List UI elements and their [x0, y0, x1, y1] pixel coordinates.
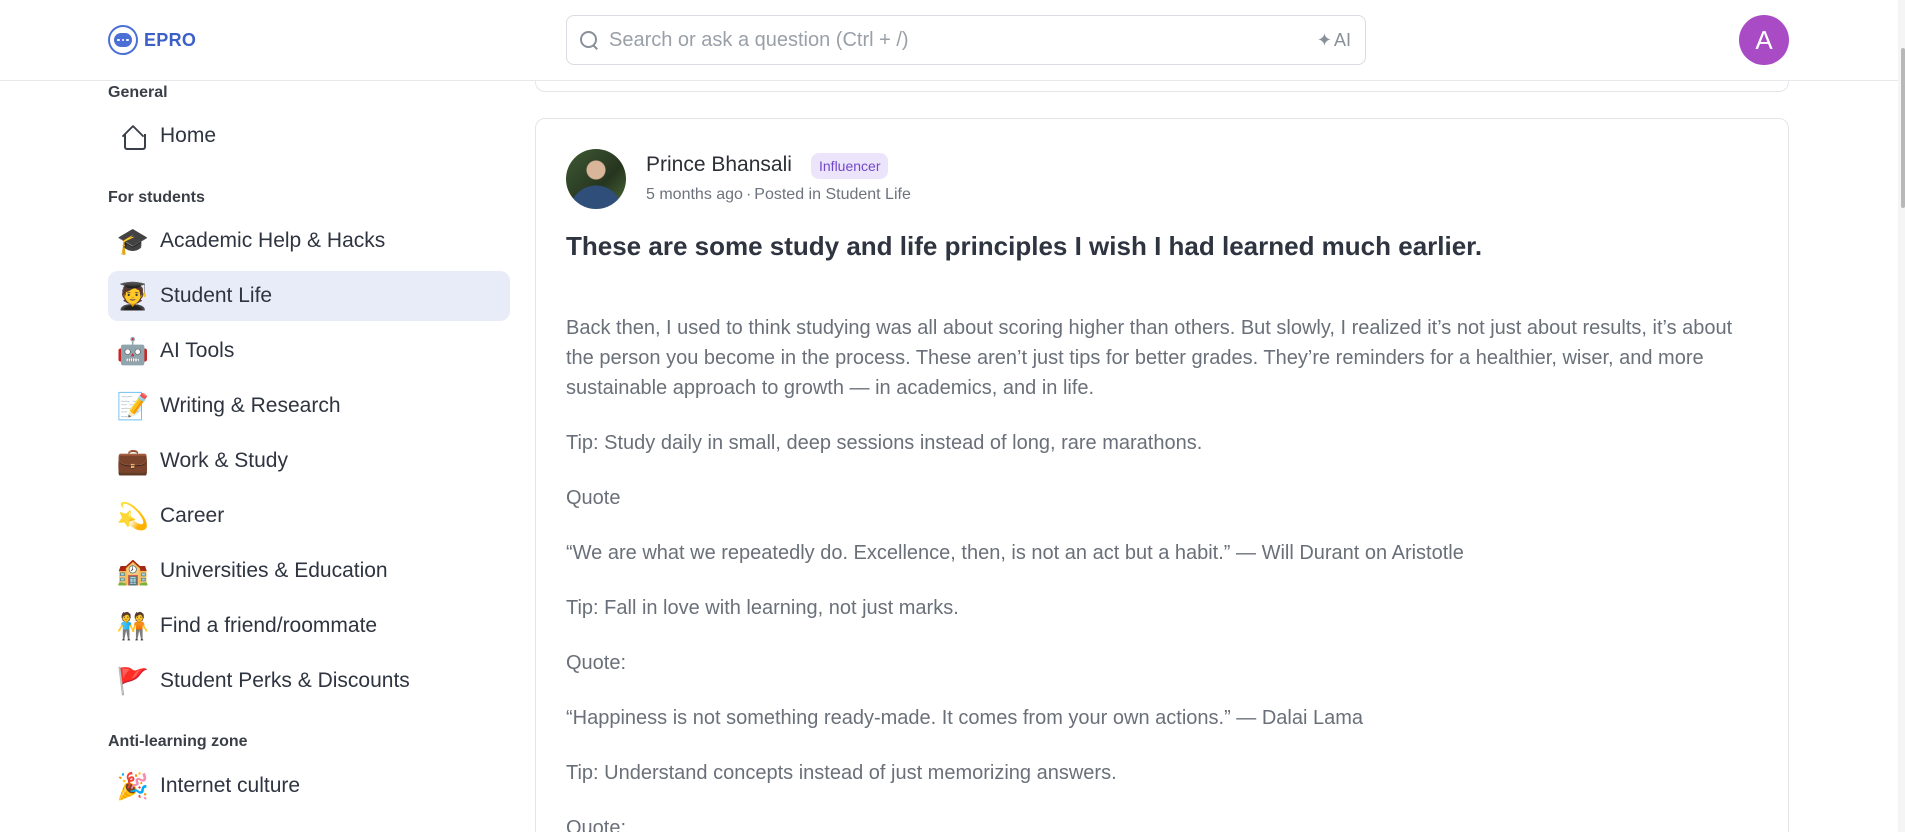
sidebar-item-label: Student Life — [160, 284, 273, 307]
section-title-for-students: For students — [108, 189, 205, 206]
dizzy-star-icon: 💫 — [116, 500, 150, 531]
sidebar-item-label: Home — [160, 124, 217, 147]
sidebar-item-label: Academic Help & Hacks — [160, 229, 386, 252]
sidebar-item-internet-culture[interactable]: 🎉 Internet culture — [108, 761, 510, 811]
avatar-initial: A — [1755, 24, 1773, 55]
sidebar-item-home[interactable]: Home — [108, 111, 510, 161]
post-paragraph: Quote: — [566, 817, 627, 832]
sidebar-item-label: Student Perks & Discounts — [160, 669, 410, 692]
post-meta: 5 months ago · Posted in Student Life — [646, 186, 911, 203]
post-title: These are some study and life principles… — [566, 231, 1483, 261]
school-icon: 🏫 — [116, 555, 150, 586]
post-paragraph: Quote: — [566, 652, 627, 674]
sidebar-item-label: Find a friend/roommate — [160, 614, 378, 637]
memo-icon: 📝 — [116, 390, 150, 421]
post-paragraph: “Happiness is not something ready-made. … — [566, 707, 1364, 729]
post-paragraph: Tip: Fall in love with learning, not jus… — [566, 597, 959, 619]
post-body: Back then, I used to think studying was … — [566, 313, 1756, 832]
sidebar-item-find-friend[interactable]: 🧑‍🤝‍🧑 Find a friend/roommate — [108, 601, 510, 651]
sidebar-item-student-perks[interactable]: 🚩 Student Perks & Discounts — [108, 656, 510, 706]
graduation-cap-icon: 🎓 — [116, 225, 150, 256]
sidebar-item-work-study[interactable]: 💼 Work & Study — [108, 436, 510, 486]
post-paragraph: Tip: Study daily in small, deep sessions… — [566, 432, 1203, 454]
ai-button[interactable]: ✦ AI — [1317, 30, 1351, 51]
post-card: Prince Bhansali Influencer 5 months ago ·… — [535, 118, 1789, 832]
posted-in-label: Posted in — [754, 186, 821, 203]
scrollbar-thumb[interactable] — [1901, 48, 1905, 208]
post-paragraph: Back then, I used to think studying was … — [566, 317, 1733, 399]
post-paragraph: “We are what we repeatedly do. Excellenc… — [566, 542, 1464, 564]
sidebar-item-label: Universities & Education — [160, 559, 388, 582]
sidebar: General Home For students 🎓 Academic Hel… — [108, 81, 510, 832]
robot-icon: 🤖 — [116, 335, 150, 366]
sidebar-item-academic-help[interactable]: 🎓 Academic Help & Hacks — [108, 216, 510, 266]
sidebar-item-label: Writing & Research — [160, 394, 341, 417]
author-avatar[interactable] — [566, 149, 626, 209]
red-flag-icon: 🚩 — [116, 665, 150, 696]
sidebar-item-label: Career — [160, 504, 225, 527]
search-input[interactable] — [609, 28, 1317, 52]
search-icon — [579, 30, 599, 50]
chat-bubble-logo-icon — [108, 25, 138, 55]
top-header: EPRO ✦ AI A — [0, 0, 1905, 81]
sidebar-item-student-life[interactable]: 🧑‍🎓 Student Life — [108, 271, 510, 321]
party-popper-icon: 🎉 — [116, 770, 150, 801]
post-time: 5 months ago — [646, 186, 743, 203]
sidebar-item-label: Work & Study — [160, 449, 288, 472]
post-paragraph: Tip: Understand concepts instead of just… — [566, 762, 1117, 784]
section-title-anti-learning: Anti-learning zone — [108, 733, 248, 750]
section-title-general: General — [108, 84, 168, 101]
influencer-badge: Influencer — [811, 153, 889, 179]
author-name[interactable]: Prince Bhansali — [646, 153, 792, 177]
sparkle-icon: ✦ — [1316, 29, 1332, 50]
logo-text: EPRO — [144, 29, 197, 50]
sidebar-item-universities[interactable]: 🏫 Universities & Education — [108, 546, 510, 596]
user-avatar[interactable]: A — [1739, 15, 1789, 65]
sidebar-item-label: Internet culture — [160, 774, 301, 797]
sidebar-item-writing-research[interactable]: 📝 Writing & Research — [108, 381, 510, 431]
home-icon — [116, 119, 150, 153]
post-paragraph: Quote — [566, 487, 621, 509]
logo[interactable]: EPRO — [108, 25, 196, 55]
sidebar-item-label: AI Tools — [160, 339, 235, 362]
student-icon: 🧑‍🎓 — [116, 280, 150, 311]
briefcase-icon: 💼 — [116, 445, 150, 476]
sidebar-item-ai-tools[interactable]: 🤖 AI Tools — [108, 326, 510, 376]
search-bar[interactable]: ✦ AI — [566, 15, 1366, 65]
community-link[interactable]: Student Life — [825, 186, 910, 203]
ai-label: AI — [1333, 29, 1351, 50]
people-holding-hands-icon: 🧑‍🤝‍🧑 — [116, 610, 150, 641]
sidebar-item-career[interactable]: 💫 Career — [108, 491, 510, 541]
